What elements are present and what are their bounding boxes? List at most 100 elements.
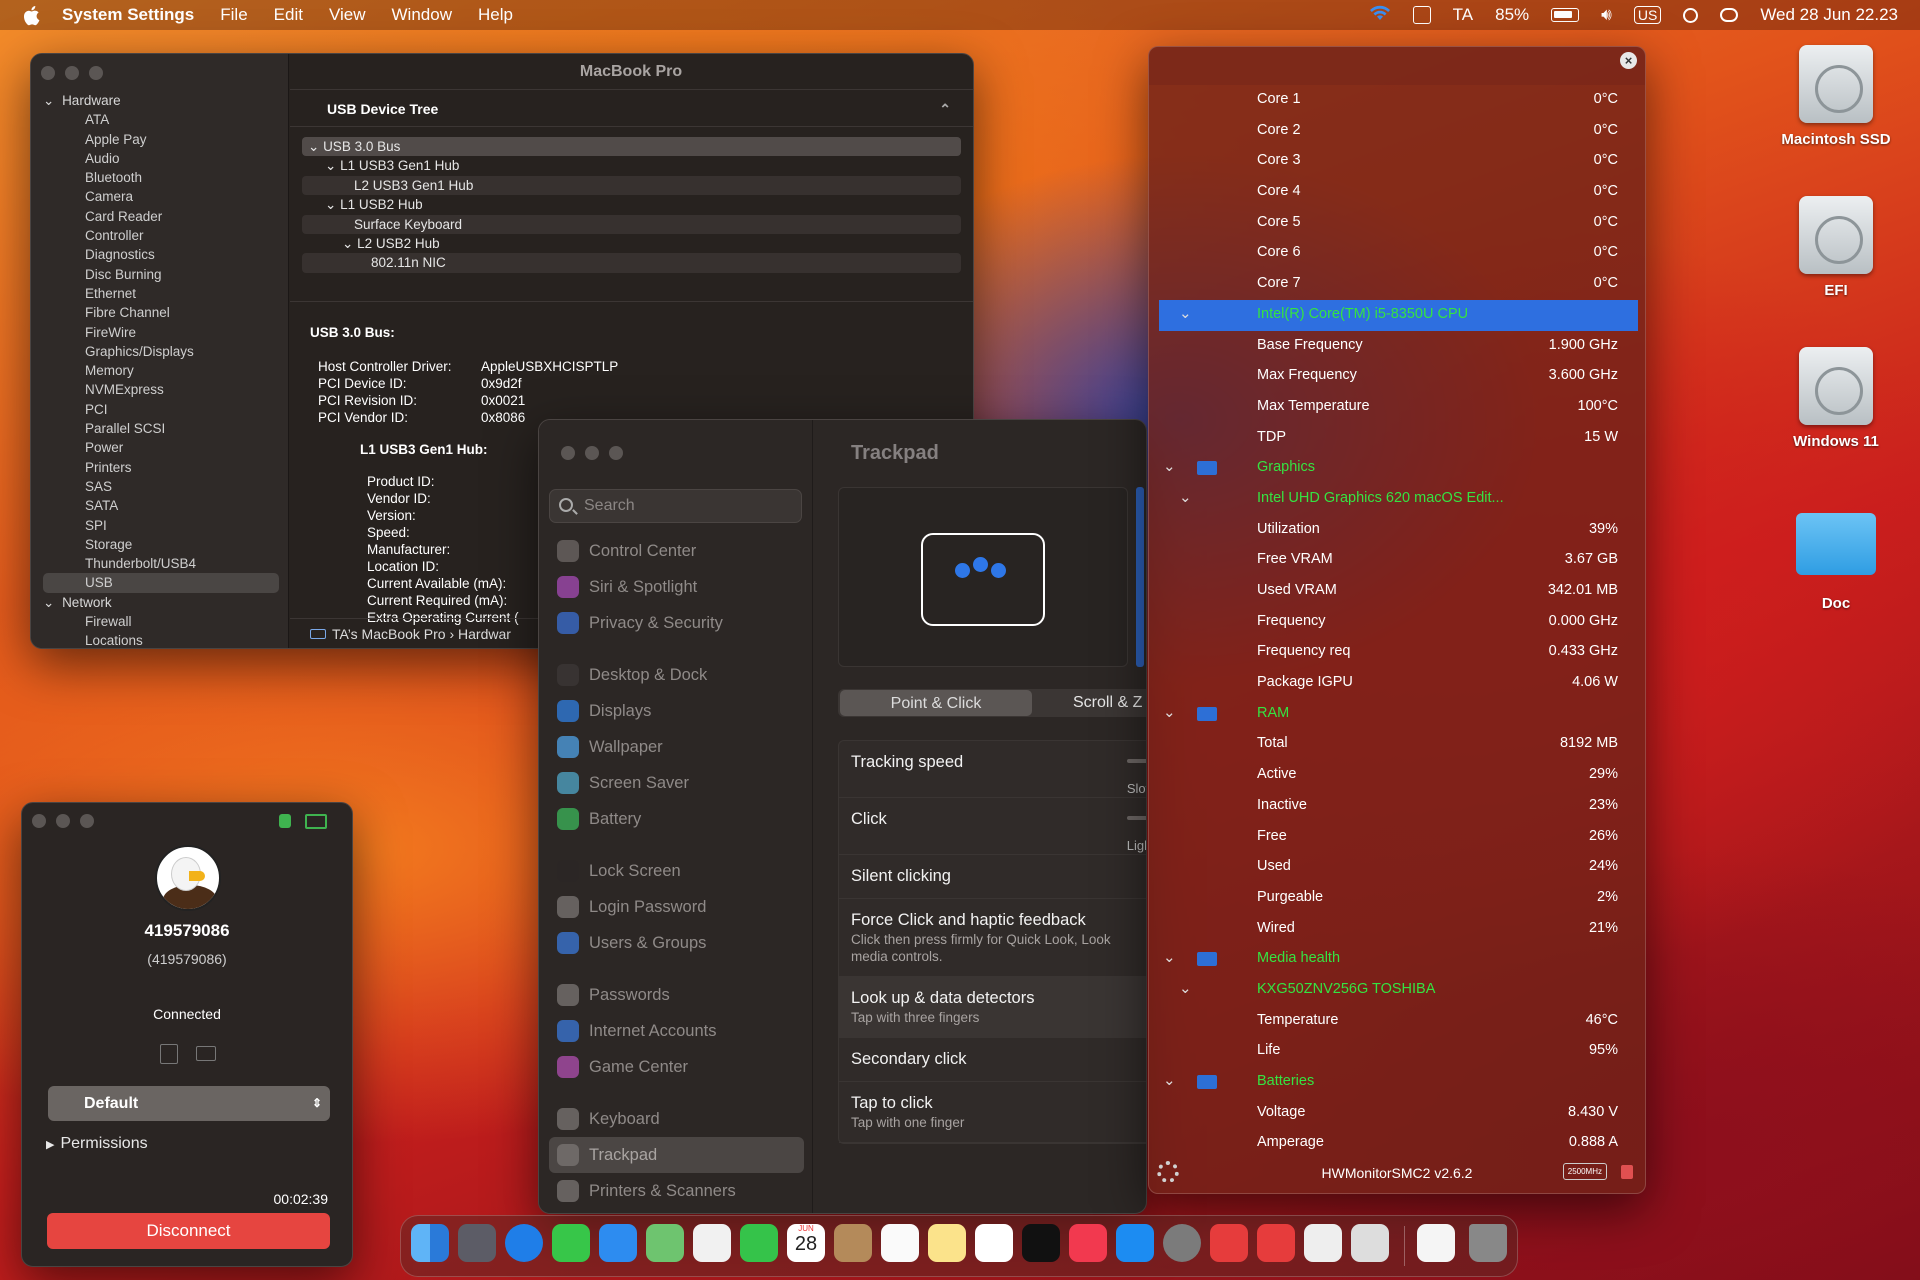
close-button[interactable]	[32, 814, 46, 828]
apple-icon[interactable]	[22, 4, 44, 26]
search-input[interactable]: Search	[549, 489, 802, 523]
notes-icon[interactable]	[928, 1224, 966, 1262]
sidebar-item[interactable]: Audio	[43, 149, 279, 168]
mail-icon[interactable]	[599, 1224, 637, 1262]
tree-row[interactable]: ⌄ L2 USB2 Hub	[302, 234, 961, 253]
sidebar-group[interactable]: Network	[62, 595, 112, 610]
desktop-doc-folder[interactable]: Doc	[1761, 503, 1911, 612]
reminders-icon[interactable]	[881, 1224, 919, 1262]
sidebar-item[interactable]: Fibre Channel	[43, 303, 279, 322]
disconnect-button[interactable]: Disconnect	[47, 1213, 330, 1249]
desktop-windows-11[interactable]: Windows 11	[1761, 347, 1911, 450]
chevron-down-icon[interactable]: ⌄	[1163, 703, 1176, 721]
chevron-down-icon[interactable]: ⌄	[1179, 304, 1192, 322]
sidebar-item[interactable]: Parallel SCSI	[43, 419, 279, 438]
battery-percent[interactable]: 85%	[1495, 5, 1529, 25]
app-store-icon[interactable]	[1116, 1224, 1154, 1262]
sidebar-item[interactable]: Memory	[43, 361, 279, 380]
sidebar-item[interactable]: SATA	[43, 496, 279, 515]
zoom-button[interactable]	[89, 66, 103, 80]
tree-row[interactable]: 802.11n NIC	[302, 253, 961, 273]
settings-item[interactable]: Lock Screen	[549, 853, 804, 889]
chevron-down-icon[interactable]: ⌄	[325, 158, 340, 173]
chevron-down-icon[interactable]: ⌄	[325, 197, 340, 212]
chevron-down-icon[interactable]: ⌄	[43, 93, 58, 108]
activity-icon[interactable]	[1412, 6, 1431, 24]
settings-item[interactable]: Users & Groups	[549, 925, 804, 961]
chat-icon[interactable]	[196, 1046, 216, 1061]
launchpad-icon[interactable]	[458, 1224, 496, 1262]
chevron-down-icon[interactable]: ⌄	[1179, 488, 1192, 506]
sidebar-item[interactable]: Graphics/Displays	[43, 342, 279, 361]
tab-point-click[interactable]: Point & Click	[840, 690, 1032, 716]
menu-file[interactable]: File	[220, 5, 247, 25]
battery-icon[interactable]	[1551, 8, 1580, 22]
settings-item[interactable]: Desktop & Dock	[549, 657, 804, 693]
minimize-button[interactable]	[56, 814, 70, 828]
settings-item[interactable]: Trackpad	[549, 1137, 804, 1173]
chevron-up-icon[interactable]: ⌃	[939, 90, 951, 128]
settings-item[interactable]: Battery	[549, 801, 804, 837]
facetime-icon[interactable]	[740, 1224, 778, 1262]
tree-row[interactable]: ⌄ L1 USB2 Hub	[302, 195, 961, 214]
tree-row[interactable]: L2 USB3 Gen1 Hub	[302, 175, 961, 196]
tree-row[interactable]: ⌄ L1 USB3 Gen1 Hub	[302, 156, 961, 175]
desktop-macintosh-ssd[interactable]: Macintosh SSD	[1761, 45, 1911, 148]
trackpad-option[interactable]: Tracking speed Slow	[839, 741, 1146, 798]
trackpad-option[interactable]: Secondary click	[839, 1038, 1146, 1082]
zoom-button[interactable]	[80, 814, 94, 828]
settings-item[interactable]: Control Center	[549, 533, 804, 569]
trackpad-option[interactable]: Tap to click Tap with one finger	[839, 1082, 1146, 1143]
sidebar-item[interactable]: Bluetooth	[43, 168, 279, 187]
installer-icon[interactable]	[1351, 1224, 1389, 1262]
sidebar-item[interactable]: Ethernet	[43, 284, 279, 303]
clock[interactable]: Wed 28 Jun 22.23	[1760, 5, 1898, 25]
settings-item[interactable]: Login Password	[549, 889, 804, 925]
profile-select[interactable]: Default ⇕	[48, 1086, 330, 1121]
trackpad-option[interactable]: Click Light	[839, 798, 1146, 855]
music-icon[interactable]	[1069, 1224, 1107, 1262]
section-header[interactable]: USB Device Tree ⌃	[290, 89, 973, 127]
desktop-efi[interactable]: EFI	[1761, 196, 1911, 299]
sidebar-item[interactable]: Storage	[43, 535, 279, 554]
sidebar-item[interactable]: NVMExpress	[43, 380, 279, 399]
maps-icon[interactable]	[646, 1224, 684, 1262]
spotlight-icon[interactable]	[1683, 7, 1699, 23]
sensor-row[interactable]: ⌄ Batteries	[1159, 1067, 1638, 1098]
sidebar-item[interactable]: SPI	[43, 516, 279, 535]
minimize-button[interactable]	[65, 66, 79, 80]
chevron-down-icon[interactable]: ⌄	[1163, 457, 1176, 475]
menu-user[interactable]: TA	[1453, 5, 1473, 25]
finder-icon[interactable]	[411, 1224, 449, 1262]
freeform-icon[interactable]	[975, 1224, 1013, 1262]
permissions-disclosure[interactable]: ▶ Permissions	[46, 1135, 148, 1153]
sidebar-item[interactable]: Controller	[43, 226, 279, 245]
lock-icon[interactable]	[1621, 1165, 1633, 1179]
photos-icon[interactable]	[693, 1224, 731, 1262]
trackpad-option[interactable]: Force Click and haptic feedback Click the…	[839, 899, 1146, 977]
settings-item[interactable]: Privacy & Security	[549, 605, 804, 641]
sensor-row[interactable]: ⌄ RAM	[1159, 699, 1638, 730]
trash-icon[interactable]	[1469, 1224, 1507, 1262]
chevron-down-icon[interactable]: ⌄	[1163, 948, 1176, 966]
sensor-row[interactable]: ⌄ Media health	[1159, 944, 1638, 975]
menu-view[interactable]: View	[329, 5, 366, 25]
sensor-row[interactable]: ⌄ KXG50ZNV256G TOSHIBA	[1159, 975, 1638, 1006]
calendar-icon[interactable]: JUN 28	[787, 1224, 825, 1262]
sidebar-item[interactable]: Diagnostics	[43, 245, 279, 264]
sidebar-item[interactable]: SAS	[43, 477, 279, 496]
settings-item[interactable]: Game Center	[549, 1049, 804, 1085]
trackpad-option[interactable]: Silent clicking	[839, 855, 1146, 899]
sidebar-item[interactable]: Firewall	[43, 612, 279, 631]
sidebar-item[interactable]: Card Reader	[43, 207, 279, 226]
tab-scroll-zoom[interactable]: Scroll & Z	[1073, 689, 1146, 717]
sidebar-item[interactable]: FireWire	[43, 323, 279, 342]
settings-item[interactable]: Keyboard	[549, 1101, 804, 1137]
system-settings-icon[interactable]	[1163, 1224, 1201, 1262]
sidebar-item[interactable]: Disc Burning	[43, 265, 279, 284]
safari-icon[interactable]	[505, 1224, 543, 1262]
settings-item[interactable]: Printers & Scanners	[549, 1173, 804, 1209]
wifi-icon[interactable]	[1369, 5, 1391, 26]
menu-help[interactable]: Help	[478, 5, 513, 25]
sidebar-item[interactable]: Power	[43, 438, 279, 457]
